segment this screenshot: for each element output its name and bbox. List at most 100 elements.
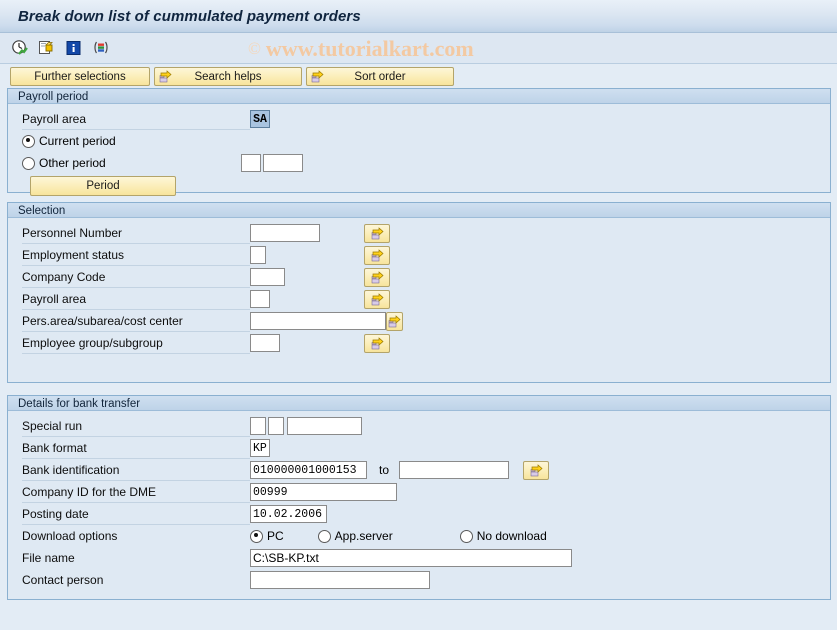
special-run-row: Special run <box>8 415 830 437</box>
download-option: PC <box>250 529 284 543</box>
current-period-label[interactable]: Current period <box>39 134 116 148</box>
special-run-input-3[interactable] <box>287 417 362 435</box>
company-id-row: Company ID for the DME <box>8 481 830 503</box>
special-run-label: Special run <box>22 416 250 437</box>
file-name-row: File name <box>8 547 830 569</box>
bank-transfer-panel: Details for bank transfer Special run Ba… <box>7 395 831 600</box>
multiple-selection-button[interactable] <box>364 267 390 287</box>
special-run-input-1[interactable] <box>250 417 266 435</box>
download-option-label[interactable]: No download <box>477 529 547 543</box>
further-selections-button[interactable]: Further selections <box>10 67 150 86</box>
selection-row-label: Employment status <box>22 245 250 266</box>
selection-row: Personnel Number <box>8 222 830 244</box>
bank-identification-row: Bank identification to <box>8 459 830 481</box>
selection-row-input[interactable] <box>250 290 270 308</box>
bank-identification-to-label: to <box>379 463 390 477</box>
period-button-label: Period <box>86 179 120 192</box>
download-options-label: Download options <box>22 528 118 543</box>
selection-row: Employee group/subgroup <box>8 332 830 354</box>
selection-row-label: Pers.area/subarea/cost center <box>22 311 250 332</box>
period-button[interactable]: Period <box>30 175 176 196</box>
special-run-input-2[interactable] <box>268 417 284 435</box>
selection-rows-container: Personnel Number Employment status Company… <box>8 218 830 358</box>
contact-person-row: Contact person <box>8 569 830 591</box>
company-id-input[interactable] <box>250 483 397 501</box>
selection-row-input[interactable] <box>250 268 285 286</box>
selection-row-input[interactable] <box>250 224 320 242</box>
copy-variant-icon[interactable] <box>37 38 57 58</box>
download-option-radio[interactable] <box>459 529 473 543</box>
download-option-radio[interactable] <box>317 529 331 543</box>
selection-row-label: Company Code <box>22 267 250 288</box>
bank-transfer-header: Details for bank transfer <box>8 396 830 411</box>
multiple-selection-button[interactable] <box>364 245 390 265</box>
payroll-area-label: Payroll area <box>22 109 250 130</box>
posting-date-label: Posting date <box>22 504 250 525</box>
info-icon[interactable] <box>64 38 84 58</box>
selection-panel: Selection Personnel Number Employment sta… <box>7 202 831 383</box>
company-id-label: Company ID for the DME <box>22 482 250 503</box>
bank-format-row: Bank format <box>8 437 830 459</box>
download-option-label[interactable]: PC <box>267 529 284 543</box>
multiple-selection-button[interactable] <box>364 223 390 243</box>
download-options-row: Download options PC App.server No download <box>8 525 830 547</box>
download-option-label[interactable]: App.server <box>335 529 393 543</box>
payroll-period-panel: Payroll period Payroll area Current peri… <box>7 88 831 196</box>
window-title-bar: Break down list of cummulated payment or… <box>0 0 837 33</box>
period-button-row: Period <box>8 174 830 197</box>
selection-row-label: Employee group/subgroup <box>22 333 250 354</box>
other-period-input-2[interactable] <box>263 154 303 172</box>
contact-person-input[interactable] <box>250 571 430 589</box>
multiple-selection-button[interactable] <box>364 333 390 353</box>
current-period-row: Current period <box>8 130 830 152</box>
watermark-text: www.tutorialkart.com <box>265 35 474 61</box>
execute-clock-icon[interactable] <box>10 38 30 58</box>
search-helps-label: Search helps <box>194 70 262 83</box>
selection-row-input[interactable] <box>250 334 280 352</box>
selection-row: Payroll area <box>8 288 830 310</box>
copyright-symbol: © <box>248 38 261 58</box>
other-period-row: Other period <box>8 152 830 174</box>
selection-row-input[interactable] <box>250 312 386 330</box>
bank-identification-input[interactable] <box>250 461 367 479</box>
download-option-radio[interactable] <box>250 529 263 543</box>
selection-row-label: Payroll area <box>22 289 250 310</box>
bank-identification-multiple-selection-button[interactable] <box>523 460 550 480</box>
multiple-selection-button[interactable] <box>364 289 390 309</box>
bank-format-input[interactable] <box>250 439 270 457</box>
selection-row-label: Personnel Number <box>22 223 250 244</box>
sort-order-label: Sort order <box>354 70 406 83</box>
yellow-arrow-icon <box>310 69 325 87</box>
download-options-group: PC App.server No download <box>250 529 547 543</box>
bank-identification-label: Bank identification <box>22 460 250 481</box>
posting-date-input[interactable] <box>250 505 327 523</box>
selection-header: Selection <box>8 203 830 218</box>
payroll-period-header: Payroll period <box>8 89 830 104</box>
further-selections-label: Further selections <box>34 70 126 83</box>
file-name-input[interactable] <box>250 549 572 567</box>
selection-row: Company Code <box>8 266 830 288</box>
multiple-selection-button[interactable] <box>386 311 403 331</box>
selection-row-input[interactable] <box>250 246 266 264</box>
download-option: App.server <box>317 529 393 543</box>
current-period-radio[interactable] <box>22 134 35 148</box>
contact-person-label: Contact person <box>22 572 104 587</box>
application-toolbar: © www.tutorialkart.com <box>0 33 837 64</box>
download-option: No download <box>459 529 547 543</box>
selection-row: Employment status <box>8 244 830 266</box>
selection-fields-icon[interactable] <box>91 38 111 58</box>
sort-order-button[interactable]: Sort order <box>306 67 454 86</box>
yellow-arrow-icon <box>158 69 173 87</box>
other-period-input-1[interactable] <box>241 154 261 172</box>
payroll-area-input[interactable] <box>250 110 270 128</box>
other-period-radio[interactable] <box>22 156 35 170</box>
search-helps-button[interactable]: Search helps <box>154 67 302 86</box>
bank-identification-to-input[interactable] <box>399 461 510 479</box>
tutorialkart-watermark: © www.tutorialkart.com <box>248 33 474 64</box>
other-period-label[interactable]: Other period <box>39 156 239 170</box>
page-title: Break down list of cummulated payment or… <box>18 7 361 25</box>
posting-date-row: Posting date <box>8 503 830 525</box>
selection-row: Pers.area/subarea/cost center <box>8 310 830 332</box>
payroll-area-row: Payroll area <box>8 108 830 130</box>
bank-format-label: Bank format <box>22 438 250 459</box>
